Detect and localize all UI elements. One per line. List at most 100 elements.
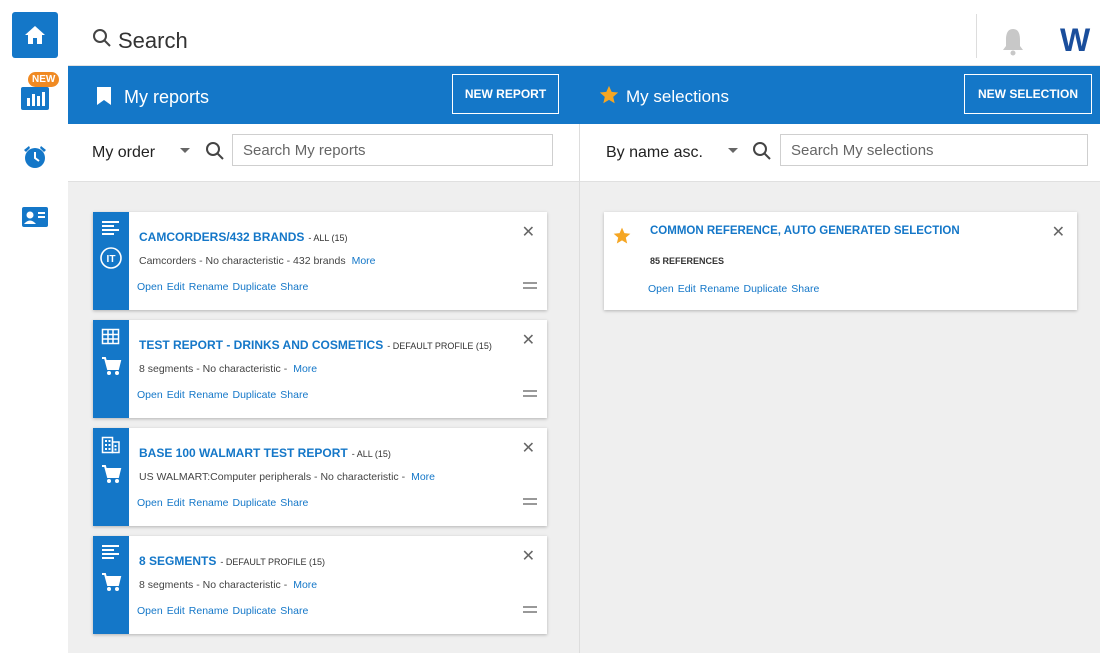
card-actions: Open Edit Rename Duplicate Share (137, 605, 312, 617)
open-link[interactable]: Open (137, 389, 163, 401)
report-title[interactable]: BASE 100 WALMART TEST REPORT (139, 446, 348, 460)
report-profile: - DEFAULT PROFILE (15) (220, 557, 326, 567)
rename-link[interactable]: Rename (189, 605, 229, 617)
report-card[interactable]: IT CAMCORDERS/432 BRANDS - ALL (15) Camco… (93, 212, 547, 310)
edit-link[interactable]: Edit (678, 283, 696, 295)
search-icon[interactable] (92, 28, 112, 48)
left-nav-rail: NEW (0, 0, 68, 653)
report-desc-text: 8 segments - No characteristic - (139, 363, 288, 375)
report-description: 8 segments - No characteristic - More (139, 579, 317, 591)
share-link[interactable]: Share (280, 389, 308, 401)
report-profile: - DEFAULT PROFILE (15) (387, 341, 492, 351)
shopping-cart-icon (102, 465, 122, 483)
drag-handle-icon[interactable] (523, 606, 537, 613)
chevron-down-icon[interactable] (180, 148, 190, 153)
new-report-button[interactable]: NEW REPORT (452, 74, 559, 114)
card-actions: Open Edit Rename Duplicate Share (137, 389, 312, 401)
report-title[interactable]: CAMCORDERS/432 BRANDS (139, 230, 304, 244)
selections-list: COMMON REFERENCE, AUTO GENERATED SELECTI… (580, 182, 1100, 653)
close-icon[interactable]: ✕ (522, 222, 535, 242)
selections-sort-dropdown[interactable]: By name asc. (606, 144, 703, 162)
new-selection-button[interactable]: NEW SELECTION (964, 74, 1092, 114)
search-selections-input[interactable] (780, 134, 1088, 166)
open-link[interactable]: Open (137, 281, 163, 293)
edit-link[interactable]: Edit (167, 281, 185, 293)
report-card[interactable]: 8 SEGMENTS - DEFAULT PROFILE (15) 8 segme… (93, 536, 547, 634)
card-actions: Open Edit Rename Duplicate Share (648, 283, 823, 295)
open-link[interactable]: Open (648, 283, 674, 295)
section-header-bar: My reports NEW REPORT My selections NEW … (68, 66, 1100, 124)
duplicate-link[interactable]: Duplicate (232, 281, 276, 293)
card-title-row: BASE 100 WALMART TEST REPORT - ALL (15) (139, 444, 391, 462)
report-description: 8 segments - No characteristic - More (139, 363, 317, 375)
rename-link[interactable]: Rename (189, 389, 229, 401)
duplicate-link[interactable]: Duplicate (232, 389, 276, 401)
report-card[interactable]: BASE 100 WALMART TEST REPORT - ALL (15) U… (93, 428, 547, 526)
duplicate-link[interactable]: Duplicate (743, 283, 787, 295)
chevron-down-icon[interactable] (728, 148, 738, 153)
list-icon (102, 221, 119, 235)
star-icon[interactable] (612, 226, 632, 246)
drag-handle-icon[interactable] (523, 282, 537, 289)
report-desc-text: 8 segments - No characteristic - (139, 579, 288, 591)
duplicate-link[interactable]: Duplicate (232, 497, 276, 509)
selection-title[interactable]: COMMON REFERENCE, AUTO GENERATED SELECTI… (650, 225, 960, 237)
more-link[interactable]: More (411, 471, 435, 483)
edit-link[interactable]: Edit (167, 497, 185, 509)
home-icon (25, 26, 45, 44)
more-link[interactable]: More (293, 579, 317, 591)
close-icon[interactable]: ✕ (1052, 222, 1065, 242)
open-link[interactable]: Open (137, 605, 163, 617)
duplicate-link[interactable]: Duplicate (232, 605, 276, 617)
logo-letter: W (1060, 22, 1090, 58)
card-type-strip (93, 320, 129, 418)
selection-card[interactable]: COMMON REFERENCE, AUTO GENERATED SELECTI… (604, 212, 1077, 310)
rename-link[interactable]: Rename (189, 497, 229, 509)
close-icon[interactable]: ✕ (522, 330, 535, 350)
share-link[interactable]: Share (280, 605, 308, 617)
card-actions: Open Edit Rename Duplicate Share (137, 497, 312, 509)
svg-text:IT: IT (107, 254, 116, 265)
report-title[interactable]: 8 SEGMENTS (139, 554, 216, 568)
card-type-strip: IT (93, 212, 129, 310)
search-reports-input[interactable] (232, 134, 553, 166)
contact-nav-button[interactable] (12, 194, 58, 240)
search-icon[interactable] (205, 141, 225, 161)
report-card[interactable]: TEST REPORT - DRINKS AND COSMETICS - DEFA… (93, 320, 547, 418)
share-link[interactable]: Share (280, 497, 308, 509)
top-bar: Search W (68, 0, 1100, 66)
more-link[interactable]: More (352, 255, 376, 267)
card-type-strip (93, 536, 129, 634)
divider (579, 124, 580, 182)
alarm-nav-button[interactable] (12, 134, 58, 180)
rename-link[interactable]: Rename (700, 283, 740, 295)
new-badge: NEW (28, 72, 60, 87)
shopping-cart-icon (102, 357, 122, 375)
bell-icon[interactable] (1000, 26, 1026, 56)
close-icon[interactable]: ✕ (522, 546, 535, 566)
global-search-input[interactable]: Search (118, 28, 188, 54)
filter-row: My order By name asc. (68, 124, 1100, 182)
edit-link[interactable]: Edit (167, 605, 185, 617)
divider (976, 14, 977, 58)
open-link[interactable]: Open (137, 497, 163, 509)
drag-handle-icon[interactable] (523, 390, 537, 397)
more-link[interactable]: More (293, 363, 317, 375)
reports-list: IT CAMCORDERS/432 BRANDS - ALL (15) Camco… (68, 182, 579, 653)
drag-handle-icon[interactable] (523, 498, 537, 505)
card-title-row: 8 SEGMENTS - DEFAULT PROFILE (15) (139, 552, 325, 570)
rename-link[interactable]: Rename (189, 281, 229, 293)
share-link[interactable]: Share (791, 283, 819, 295)
bar-chart-icon (21, 87, 49, 110)
home-button[interactable] (12, 12, 58, 58)
search-icon[interactable] (752, 141, 772, 161)
report-title[interactable]: TEST REPORT - DRINKS AND COSMETICS (139, 338, 383, 352)
my-selections-title: My selections (626, 87, 729, 106)
edit-link[interactable]: Edit (167, 389, 185, 401)
close-icon[interactable]: ✕ (522, 438, 535, 458)
references-count: 85 REFERENCES (650, 256, 725, 266)
my-reports-title: My reports (124, 87, 210, 107)
bookmark-icon (97, 87, 111, 105)
share-link[interactable]: Share (280, 281, 308, 293)
reports-sort-dropdown[interactable]: My order (92, 144, 155, 162)
